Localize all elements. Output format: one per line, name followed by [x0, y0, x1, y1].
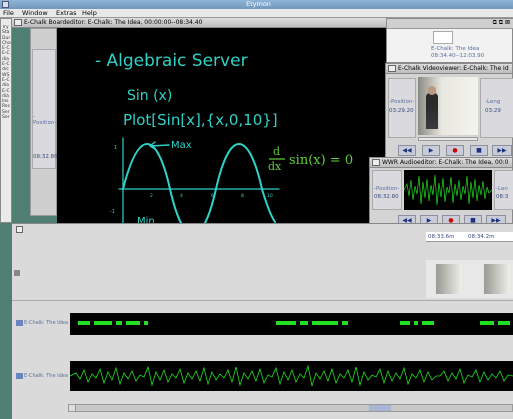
timeline-scroll-thumb[interactable] [369, 405, 391, 411]
axis-label-top: 1 [114, 145, 117, 151]
audio-length-label: -Len [496, 186, 508, 192]
video-seek-slider[interactable] [418, 137, 478, 141]
video-track-lane[interactable] [426, 260, 513, 298]
audio-waveform[interactable] [403, 170, 493, 210]
video-rewind-button[interactable]: ◀◀ [398, 145, 416, 156]
window-menu-icon[interactable] [14, 19, 22, 26]
video-frame [418, 77, 478, 135]
audio-waveform-graphic [403, 174, 493, 206]
menu-file[interactable]: File [3, 9, 14, 18]
video-length-label: -Leng [485, 99, 501, 105]
window-menu-icon[interactable] [372, 159, 380, 166]
audio-length-value: 08:3 [496, 194, 509, 200]
audio-position-label: -Position- [374, 186, 400, 192]
video-length-box: -Leng 03:29 [480, 78, 513, 138]
video-position-label: -Position- [389, 99, 415, 105]
audio-position-value: 08:32.80 [374, 194, 399, 200]
video-viewer-titlebar[interactable]: E-Chalk Videoviewer: E-Chalk: The Id [386, 64, 512, 74]
axis-tick-4: 4 [180, 193, 183, 199]
video-viewer-title: E-Chalk Videoviewer: E-Chalk: The Id [398, 65, 509, 72]
timeline-menu-icon[interactable] [16, 226, 23, 233]
video-track-icon [14, 270, 20, 276]
video-presenter [426, 93, 438, 129]
max-arrow [149, 141, 170, 150]
derivative-expression: sin(x) = 0 [289, 153, 353, 168]
thumbnail-time-range: 08:34.40--12:03.90 [431, 53, 485, 59]
audio-track-graphic [69, 364, 513, 387]
menu-window[interactable]: Window [22, 9, 48, 18]
ruler-time-1: 08:33.6m [428, 234, 455, 240]
axis-tick-2: 2 [150, 193, 153, 199]
derivative-denominator: dx [268, 160, 282, 173]
derivative-numerator: d [273, 145, 280, 158]
axis-tick-6: 6 [211, 193, 214, 199]
menu-extras[interactable]: Extras [56, 9, 77, 18]
board-editor-titlebar[interactable]: E-Chalk Boardeditor: E-Chalk: The Idea, … [12, 18, 412, 28]
audio-length-box: -Len 08:3 [494, 170, 513, 210]
board-track-lane[interactable] [70, 313, 513, 335]
axis-tick-8: 8 [241, 193, 244, 199]
video-record-button[interactable]: ● [446, 145, 464, 156]
timeline-scrollbar[interactable] [68, 404, 513, 412]
audio-editor-window: WWR Audioeditor: E-Chalk: The Idea, 00:0… [369, 157, 513, 231]
audio-track-label: E-Chalk: The Idea [24, 373, 68, 379]
video-position-value: 03:29.20 [389, 108, 414, 114]
app-titlebar: Etymon [0, 0, 513, 9]
app-title: Etymon [246, 0, 271, 8]
video-track-frame [484, 264, 510, 294]
max-label: Max [171, 140, 192, 151]
board-sin: Sin (x) [127, 88, 172, 104]
audio-track-lane[interactable] [69, 361, 513, 391]
audio-position-box: -Position- 08:32.80 [372, 170, 402, 210]
video-presenter-head [428, 86, 436, 95]
board-track-marks [78, 321, 510, 325]
audio-wave-path [403, 174, 493, 206]
video-position-box: -Position- 03:29.20 [388, 78, 416, 138]
timeline-panel: 08:33.6m 08:34.2m E-Chalk: The Idea E-Ch… [12, 223, 513, 419]
audio-editor-title: WWR Audioeditor: E-Chalk: The Idea, 00:0 [382, 159, 509, 166]
ruler-time-2: 08:34.2m [468, 234, 495, 240]
board-plot-command: Plot[Sin[x],{x,0,10}] [123, 111, 278, 129]
audio-editor-titlebar[interactable]: WWR Audioeditor: E-Chalk: The Idea, 00:0 [370, 158, 512, 168]
video-play-button[interactable]: ▶ [422, 145, 440, 156]
board-track-label: E-Chalk: The Idea [24, 320, 68, 326]
axis-tick-10: 10 [267, 193, 273, 199]
list-item[interactable]: Ser [2, 115, 12, 120]
timeline-ruler: 08:33.6m 08:34.2m [426, 232, 513, 242]
video-length-value: 03:29 [485, 108, 501, 114]
audio-track-wave [69, 364, 513, 387]
board-editor-title: E-Chalk Boardeditor: E-Chalk: The Idea, … [24, 19, 203, 26]
app-close-icon[interactable] [2, 1, 9, 8]
thumbnail-window-buttons[interactable]: ⧉ ⧉ ⊠ [493, 19, 510, 27]
video-track-frame [436, 264, 462, 294]
timeline-scroll-left-icon[interactable] [69, 405, 76, 411]
board-track-icon [16, 320, 23, 326]
thumbnail-caption: E-Chalk: The Idea [431, 46, 480, 52]
audio-track-icon [16, 373, 23, 379]
left-list-panel: Try Sta Dur Cha E-C E-C dia E-C d/c WS E… [0, 18, 12, 223]
video-viewer-window: E-Chalk Videoviewer: E-Chalk: The Id -Po… [385, 63, 513, 159]
timeline-divider [12, 300, 513, 301]
board-heading: - Algebraic Server [95, 51, 248, 71]
board-track-graphic [78, 321, 510, 325]
slide-thumbnail[interactable] [433, 31, 453, 44]
window-menu-icon[interactable] [388, 65, 396, 72]
axis-label-bottom: -1 [110, 209, 115, 215]
left-list: Try Sta Dur Cha E-C E-C dia E-C d/c WS E… [2, 25, 12, 120]
video-fastforward-button[interactable]: ▶▶ [492, 145, 512, 156]
video-stop-button[interactable]: ■ [470, 145, 488, 156]
menu-help[interactable]: Help [82, 9, 97, 18]
menu-bar: File Window Extras Help [0, 9, 513, 18]
thumbnail-window: ⧉ ⧉ ⊠ E-Chalk: The Idea 08:34.40--12:03.… [386, 18, 513, 63]
